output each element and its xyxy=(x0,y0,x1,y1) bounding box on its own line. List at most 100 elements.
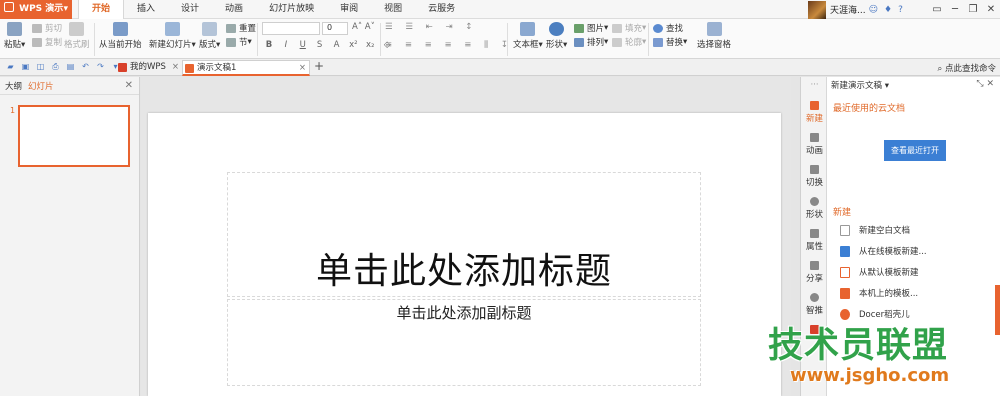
close-icon[interactable]: ✕ xyxy=(125,80,133,91)
outline-button[interactable]: 轮廓 ▾ xyxy=(612,36,646,48)
animation-icon xyxy=(810,133,819,142)
new-tab-button[interactable]: + xyxy=(314,59,324,73)
open-icon[interactable]: ▰ xyxy=(4,62,17,72)
command-search[interactable]: ⌕ 点此查找命令 xyxy=(938,62,996,74)
export-pdf-icon[interactable]: ◫ xyxy=(34,62,47,72)
from-current-button[interactable]: 从当前开始 xyxy=(99,22,142,50)
new-from-online-template[interactable]: 从在线模板新建... xyxy=(840,244,927,258)
fill-button[interactable]: 填充 ▾ xyxy=(612,22,646,34)
format-painter-button[interactable]: 格式刷 xyxy=(64,22,90,50)
avatar[interactable] xyxy=(808,0,826,19)
tab-animation[interactable]: 动画 xyxy=(212,0,256,19)
slide-thumbnail[interactable] xyxy=(18,105,130,167)
task-tab-transition[interactable]: 切换 xyxy=(801,165,828,188)
new-from-default-template[interactable]: 从默认模板新建 xyxy=(840,265,919,279)
task-item-label: 新建空白文档 xyxy=(859,226,911,236)
font-grow-shrink[interactable]: A˄ A˅ xyxy=(352,22,375,32)
new-blank-doc[interactable]: 新建空白文档 xyxy=(840,223,910,237)
user-name[interactable]: 天涯海... xyxy=(830,3,866,16)
task-tab-label: 切换 xyxy=(805,178,823,188)
maximize-icon[interactable]: ❐ xyxy=(964,4,982,15)
redo-icon[interactable]: ↷ xyxy=(94,62,107,72)
tab-slides[interactable]: 幻灯片 xyxy=(28,80,54,92)
bold-button[interactable]: B xyxy=(264,40,274,50)
skin-icon[interactable]: ♦ xyxy=(884,5,892,15)
tab-cloud[interactable]: 云服务 xyxy=(415,0,468,19)
font-name-combo[interactable] xyxy=(262,22,320,35)
task-tab-smart[interactable]: 智推 xyxy=(801,293,828,316)
chevron-down-icon[interactable]: ▾ xyxy=(885,81,889,91)
app-menu-caret-icon[interactable]: ▾ xyxy=(63,0,68,19)
picture-button[interactable]: 图片 ▾ xyxy=(574,22,608,34)
new-slide-button[interactable]: 新建幻灯片▾ xyxy=(149,22,196,50)
undo-icon[interactable]: ↶ xyxy=(79,62,92,72)
tab-slideshow[interactable]: 幻灯片放映 xyxy=(256,0,327,19)
slide-title[interactable]: 单击此处添加标题 xyxy=(228,242,700,294)
reset-button[interactable]: 重置 xyxy=(226,22,256,34)
cut-button[interactable]: 剪切 xyxy=(32,22,62,34)
slide-subtitle[interactable]: 单击此处添加副标题 xyxy=(228,302,700,323)
print-preview-icon[interactable]: ▤ xyxy=(64,62,77,72)
subscript-icon[interactable]: x₂ xyxy=(365,40,375,50)
superscript-icon[interactable]: x² xyxy=(348,40,358,50)
new-slide-label: 新建幻灯片 xyxy=(149,40,192,50)
properties-icon xyxy=(810,229,819,238)
layout-button[interactable]: 版式▾ xyxy=(199,22,220,50)
paste-button[interactable]: 粘贴▾ xyxy=(4,22,25,50)
close-tab-icon[interactable]: × xyxy=(172,60,179,75)
docer-item[interactable]: Docer稻壳儿 xyxy=(840,307,910,321)
find-button[interactable]: 查找 xyxy=(653,22,687,34)
local-templates[interactable]: 本机上的模板... xyxy=(840,286,918,300)
more-icon[interactable]: ··· xyxy=(801,80,828,90)
copy-button[interactable]: 复制 xyxy=(32,36,62,48)
share-icon xyxy=(810,261,819,270)
paragraph-align-icons[interactable]: ≡ ≡ ≡ ≡ ≡ ⫼ ↧ xyxy=(385,40,513,50)
task-pane-controls[interactable]: ⤡ ✕ xyxy=(976,79,994,89)
subtitle-placeholder[interactable]: 单击此处添加副标题 xyxy=(227,299,701,386)
replace-button[interactable]: 替换 ▾ xyxy=(653,36,687,48)
status-icon[interactable]: ☺ xyxy=(869,5,878,15)
slide-number: 1 xyxy=(10,106,16,115)
slide[interactable]: 单击此处添加标题 单击此处添加副标题 xyxy=(148,113,781,396)
select-pane-button[interactable]: 选择窗格 xyxy=(697,22,731,50)
underline-button[interactable]: U xyxy=(298,40,308,50)
tab-design[interactable]: 设计 xyxy=(168,0,212,19)
textbox-button[interactable]: 文本框▾ xyxy=(513,22,543,50)
minimize-icon[interactable]: ─ xyxy=(946,4,964,15)
italic-button[interactable]: I xyxy=(281,40,291,50)
title-placeholder[interactable]: 单击此处添加标题 xyxy=(227,172,701,297)
user-area[interactable]: 天涯海... ☺ ♦ ? xyxy=(808,0,906,19)
task-item-label: 从在线模板新建... xyxy=(859,247,927,257)
strike-button[interactable]: S xyxy=(315,40,325,50)
paragraph-list-icons[interactable]: ☰ ☰ ⇤ ⇥ ↕ xyxy=(385,22,477,32)
app-menu-button[interactable]: WPS 演示 ▾ xyxy=(0,0,72,19)
task-tab-new[interactable]: 新建 xyxy=(801,101,828,124)
doc-tab-mywps[interactable]: 我的WPS × xyxy=(116,60,182,76)
watermark-url: www.jsgho.com xyxy=(790,365,950,386)
task-tab-share[interactable]: 分享 xyxy=(801,261,828,284)
save-icon[interactable]: ▣ xyxy=(19,62,32,72)
tab-home[interactable]: 开始 xyxy=(78,0,125,20)
tab-insert[interactable]: 插入 xyxy=(124,0,168,19)
restore-layout-icon[interactable]: ▭ xyxy=(928,4,946,15)
task-tab-shape[interactable]: 形状 xyxy=(801,197,828,220)
section-button[interactable]: 节 ▾ xyxy=(226,36,256,48)
task-tab-animation[interactable]: 动画 xyxy=(801,133,828,156)
font-size-combo[interactable]: 0 xyxy=(322,22,348,35)
new-doc-icon xyxy=(810,101,819,110)
view-recent-button[interactable]: 查看最近打开 xyxy=(884,140,946,161)
tab-review[interactable]: 审阅 xyxy=(327,0,371,19)
close-tab-icon[interactable]: × xyxy=(299,61,306,76)
print-icon[interactable]: ⎙ xyxy=(49,62,62,72)
shape-button[interactable]: 形状▾ xyxy=(546,22,567,50)
online-template-icon xyxy=(840,245,850,257)
font-color-icon[interactable]: A xyxy=(332,40,342,50)
task-tab-properties[interactable]: 属性 xyxy=(801,229,828,252)
tab-view[interactable]: 视图 xyxy=(371,0,415,19)
close-icon[interactable]: ✕ xyxy=(982,4,1000,15)
tab-outline[interactable]: 大纲 xyxy=(5,80,22,92)
collapse-handle[interactable] xyxy=(995,285,1000,335)
arrange-button[interactable]: 排列 ▾ xyxy=(574,36,608,48)
doc-tab-presentation1[interactable]: 演示文稿1 × xyxy=(182,60,310,76)
help-icon[interactable]: ? xyxy=(898,5,903,15)
